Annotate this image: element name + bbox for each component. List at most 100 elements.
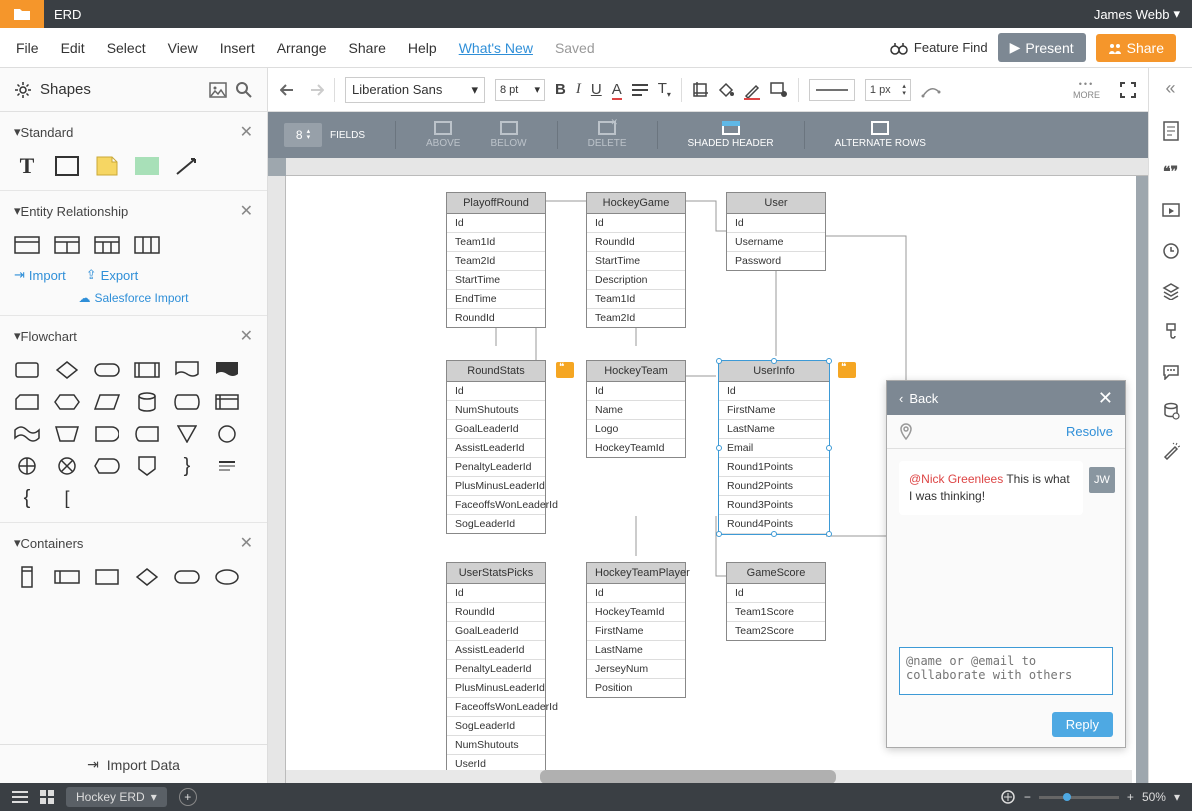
- entity-field[interactable]: Id: [447, 584, 545, 603]
- selection-handle[interactable]: [716, 531, 722, 537]
- shape-er-1[interactable]: [14, 235, 40, 255]
- menu-arrange[interactable]: Arrange: [277, 40, 327, 56]
- shape-fc-connector[interactable]: [214, 424, 240, 444]
- shape-fc-delay[interactable]: [94, 424, 120, 444]
- entity-field[interactable]: Position: [587, 679, 685, 697]
- category-containers-header[interactable]: ▾ Containers ✕: [14, 533, 253, 553]
- entity-field[interactable]: Team1Score: [727, 603, 825, 622]
- shape-fc-process[interactable]: [14, 360, 40, 380]
- entity-field[interactable]: Round3Points: [719, 496, 829, 515]
- share-button[interactable]: Share: [1096, 34, 1176, 62]
- entity-field[interactable]: Logo: [587, 420, 685, 439]
- menu-edit[interactable]: Edit: [61, 40, 85, 56]
- menu-file[interactable]: File: [16, 40, 39, 56]
- entity-field[interactable]: RoundId: [587, 233, 685, 252]
- resolve-button[interactable]: Resolve: [1066, 424, 1113, 439]
- entity-hockeyteam[interactable]: HockeyTeamIdNameLogoHockeyTeamId: [586, 360, 686, 458]
- shape-block[interactable]: [134, 156, 160, 176]
- shape-container-3[interactable]: [94, 567, 120, 587]
- shape-fc-internal[interactable]: [214, 392, 240, 412]
- shape-fc-merge[interactable]: [174, 424, 200, 444]
- magic-icon[interactable]: [1162, 442, 1180, 460]
- entity-field[interactable]: PenaltyLeaderId: [447, 458, 545, 477]
- entity-field[interactable]: Team1Id: [447, 233, 545, 252]
- present-button[interactable]: ▶ Present: [998, 33, 1086, 62]
- entity-field[interactable]: NumShutouts: [447, 401, 545, 420]
- shape-fc-tape[interactable]: [14, 424, 40, 444]
- import-link[interactable]: ⇥Import: [14, 267, 66, 283]
- chat-icon[interactable]: [1162, 364, 1180, 380]
- entity-header[interactable]: HockeyTeam: [587, 361, 685, 382]
- entity-field[interactable]: Id: [587, 584, 685, 603]
- entity-field[interactable]: Password: [727, 252, 825, 270]
- shaded-header-button[interactable]: SHADED HEADER: [688, 121, 774, 149]
- selection-handle[interactable]: [771, 358, 777, 364]
- selection-handle[interactable]: [716, 358, 722, 364]
- entity-field[interactable]: LastName: [719, 420, 829, 439]
- comment-input[interactable]: [899, 647, 1113, 695]
- zoom-out-button[interactable]: −: [1024, 790, 1031, 804]
- paint-icon[interactable]: [1163, 322, 1179, 342]
- align-button[interactable]: [632, 83, 648, 97]
- db-link-icon[interactable]: [1162, 402, 1180, 420]
- doc-icon[interactable]: [1162, 121, 1180, 141]
- search-icon[interactable]: [235, 81, 253, 99]
- grid-view-icon[interactable]: [40, 790, 54, 804]
- shape-fc-document2[interactable]: [214, 360, 240, 380]
- entity-field[interactable]: RoundId: [447, 309, 545, 327]
- entity-field[interactable]: SogLeaderId: [447, 515, 545, 533]
- image-icon[interactable]: [209, 82, 227, 98]
- menu-view[interactable]: View: [168, 40, 198, 56]
- border-color-button[interactable]: [744, 82, 760, 98]
- entity-field[interactable]: GoalLeaderId: [447, 420, 545, 439]
- user-menu[interactable]: James Webb ▾: [1094, 6, 1180, 22]
- shape-fc-manual[interactable]: [54, 424, 80, 444]
- horizontal-scrollbar[interactable]: [286, 770, 1132, 784]
- shape-fc-predef[interactable]: [134, 360, 160, 380]
- entity-header[interactable]: UserInfo: [719, 361, 829, 382]
- line-style-select[interactable]: [809, 79, 855, 101]
- shape-note[interactable]: [94, 156, 120, 176]
- entity-hockeygame[interactable]: HockeyGameIdRoundIdStartTimeDescriptionT…: [586, 192, 686, 328]
- page-tab[interactable]: Hockey ERD ▾: [66, 787, 167, 807]
- shape-er-2[interactable]: [54, 235, 80, 255]
- entity-field[interactable]: StartTime: [587, 252, 685, 271]
- comment-close-button[interactable]: ✕: [1098, 388, 1113, 409]
- entity-field[interactable]: RoundId: [447, 603, 545, 622]
- menu-select[interactable]: Select: [107, 40, 146, 56]
- fields-count-input[interactable]: 8 ▴▾: [284, 123, 322, 147]
- undo-button[interactable]: [280, 83, 298, 97]
- selection-handle[interactable]: [826, 531, 832, 537]
- entity-field[interactable]: Description: [587, 271, 685, 290]
- entity-field[interactable]: FaceoffsWonLeaderId: [447, 698, 545, 717]
- text-color-button[interactable]: A: [612, 81, 622, 98]
- location-icon[interactable]: [899, 423, 913, 441]
- category-er-header[interactable]: ▾ Entity Relationship ✕: [14, 201, 253, 221]
- shape-er-4[interactable]: [134, 235, 160, 255]
- entity-field[interactable]: Round2Points: [719, 477, 829, 496]
- menu-share[interactable]: Share: [349, 40, 386, 56]
- text-format-button[interactable]: T▾: [658, 80, 671, 99]
- shape-fc-display[interactable]: [94, 456, 120, 476]
- comment-marker[interactable]: [556, 362, 574, 378]
- collapse-icon[interactable]: «: [1165, 78, 1175, 99]
- entity-field[interactable]: Team2Score: [727, 622, 825, 640]
- add-above-button[interactable]: ABOVE: [426, 121, 460, 149]
- entity-field[interactable]: StartTime: [447, 271, 545, 290]
- add-below-button[interactable]: BELOW: [490, 121, 526, 149]
- entity-field[interactable]: GoalLeaderId: [447, 622, 545, 641]
- shape-fc-hex[interactable]: [54, 392, 80, 412]
- entity-field[interactable]: AssistLeaderId: [447, 439, 545, 458]
- selection-handle[interactable]: [826, 358, 832, 364]
- entity-field[interactable]: Id: [447, 382, 545, 401]
- entity-playoffround[interactable]: PlayoffRoundIdTeam1IdTeam2IdStartTimeEnd…: [446, 192, 546, 328]
- shape-fc-stored2[interactable]: [134, 424, 160, 444]
- entity-field[interactable]: JerseyNum: [587, 660, 685, 679]
- entity-field[interactable]: Team1Id: [587, 290, 685, 309]
- bold-button[interactable]: B: [555, 81, 566, 98]
- entity-header[interactable]: RoundStats: [447, 361, 545, 382]
- comment-back-button[interactable]: ‹ Back: [899, 391, 938, 406]
- menu-whats-new[interactable]: What's New: [459, 40, 533, 56]
- entity-field[interactable]: Email: [719, 439, 829, 458]
- entity-field[interactable]: Team2Id: [447, 252, 545, 271]
